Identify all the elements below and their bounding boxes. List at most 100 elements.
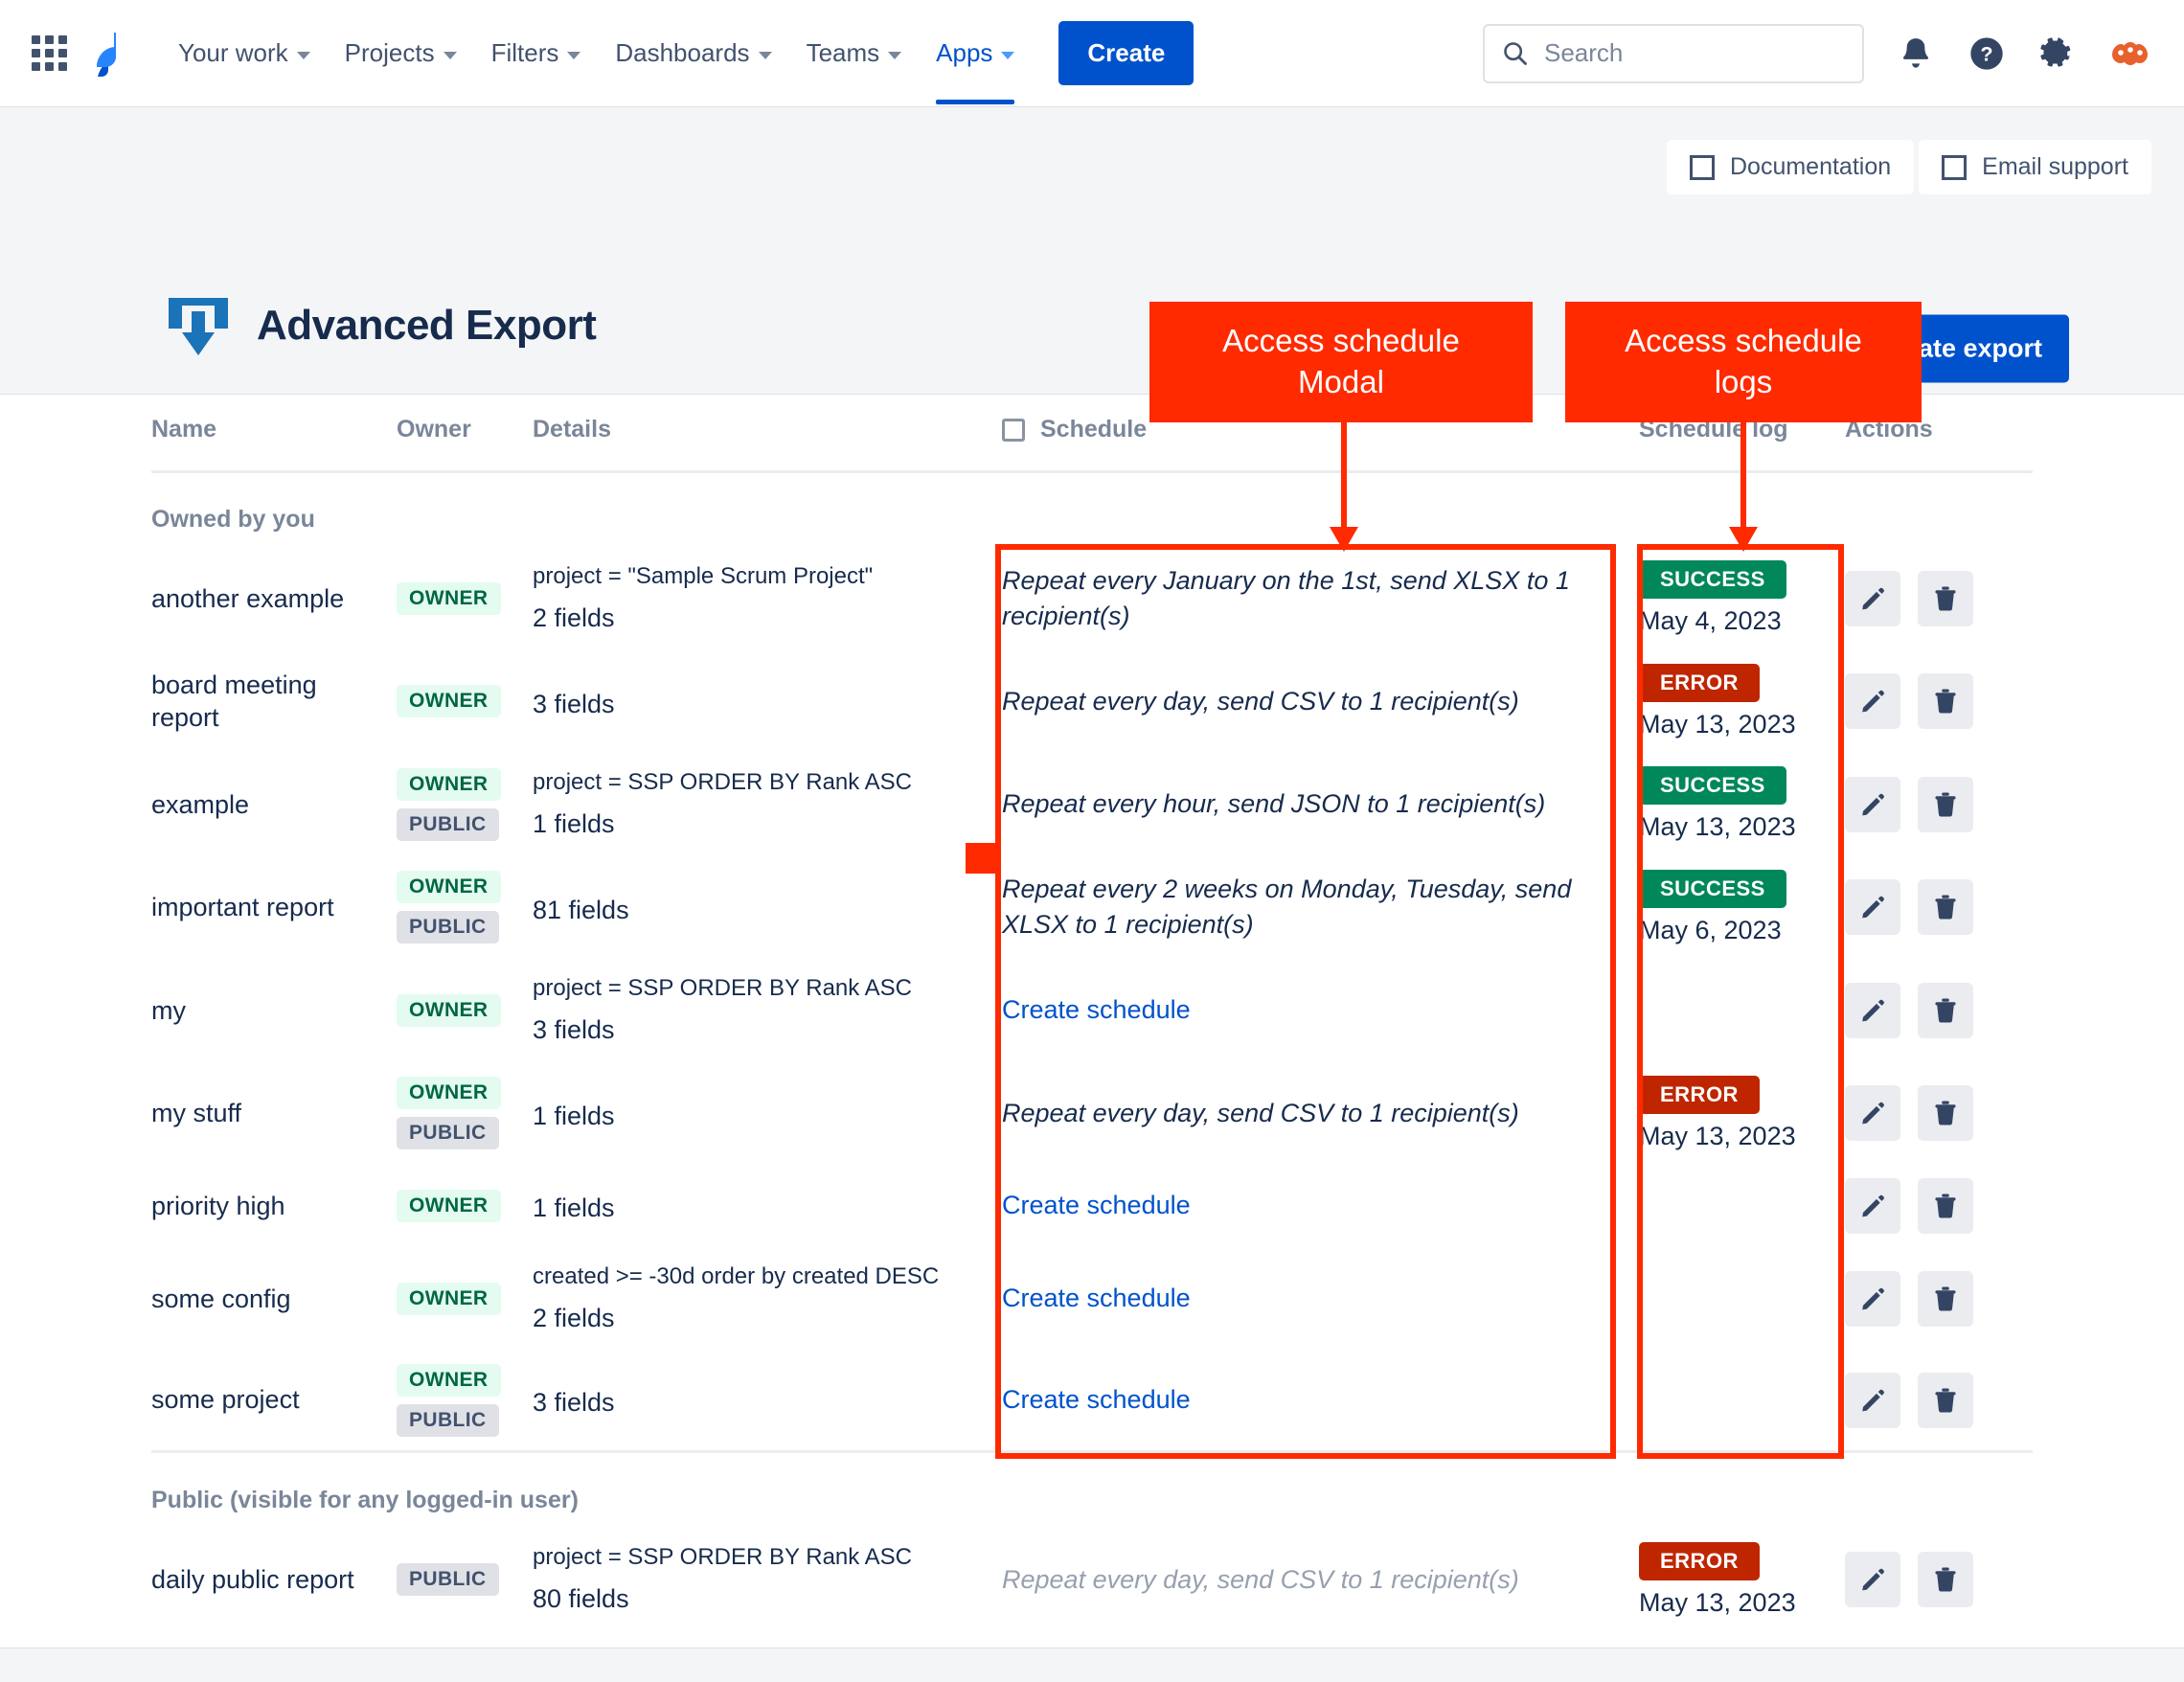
chevron-down-icon: [567, 51, 581, 59]
create-schedule-link[interactable]: Create schedule: [1002, 995, 1639, 1025]
jira-logo-icon[interactable]: [84, 28, 136, 80]
schedule-log-date: May 13, 2023: [1639, 1587, 1796, 1617]
status-badge[interactable]: ERROR: [1639, 1541, 1760, 1580]
row-actions: [1845, 1177, 2033, 1234]
row-actions: [1845, 879, 2033, 936]
badge-public: PUBLIC: [397, 1563, 499, 1597]
search-input[interactable]: Search: [1483, 23, 1864, 83]
nav-item-apps[interactable]: Apps: [919, 27, 1032, 104]
edit-button[interactable]: [1845, 776, 1900, 832]
status-badge[interactable]: SUCCESS: [1639, 869, 1786, 908]
checkbox-unchecked-icon[interactable]: [1002, 418, 1025, 442]
edit-button[interactable]: [1845, 1270, 1900, 1327]
table-group-label: Public (visible for any logged-in user): [151, 1487, 579, 1514]
delete-button[interactable]: [1918, 1177, 1973, 1234]
edit-button[interactable]: [1845, 1085, 1900, 1142]
primary-nav-items: Your work Projects Filters Dashboards Te…: [161, 27, 1032, 104]
details-field-count: 2 fields: [533, 602, 615, 632]
delete-button[interactable]: [1918, 1085, 1973, 1142]
status-badge[interactable]: ERROR: [1639, 663, 1760, 702]
chevron-down-icon: [758, 51, 772, 59]
nav-right-cluster: Search ?: [1483, 23, 2151, 83]
badge-group: OWNER: [397, 1282, 533, 1315]
schedule-description[interactable]: Repeat every 2 weeks on Monday, Tuesday,…: [1002, 872, 1639, 943]
chevron-down-icon: [888, 51, 902, 59]
notification-bell-icon[interactable]: [1897, 34, 1935, 73]
cell-schedule-log: ERROR May 13, 2023: [1639, 650, 1845, 753]
status-badge[interactable]: SUCCESS: [1639, 560, 1786, 600]
badge-group: OWNER: [397, 685, 533, 718]
grid-apps-icon[interactable]: [27, 32, 71, 76]
details-jql: project = SSP ORDER BY Rank ASC: [533, 768, 912, 795]
create-button[interactable]: Create: [1058, 21, 1194, 85]
cell-schedule: Create schedule: [1002, 959, 1639, 1062]
delete-button[interactable]: [1918, 1552, 1973, 1608]
cell-owner: OWNER: [397, 1165, 533, 1247]
badge-owner: OWNER: [397, 1077, 501, 1110]
nav-item-teams[interactable]: Teams: [789, 27, 920, 80]
edit-button[interactable]: [1845, 1372, 1900, 1428]
edit-button[interactable]: [1845, 673, 1900, 730]
details-block: 3 fields: [533, 1384, 1002, 1421]
delete-button[interactable]: [1918, 1270, 1973, 1327]
delete-trash-icon: [1935, 998, 1956, 1023]
cell-schedule: Repeat every day, send CSV to 1 recipien…: [1002, 1528, 1639, 1631]
edit-pencil-icon: [1862, 1389, 1884, 1412]
create-schedule-link[interactable]: Create schedule: [1002, 1191, 1639, 1220]
details-field-count: 3 fields: [533, 689, 615, 718]
schedule-description[interactable]: Repeat every day, send CSV to 1 recipien…: [1002, 1562, 1639, 1598]
delete-button[interactable]: [1918, 570, 1973, 626]
column-header-name: Name: [151, 395, 397, 473]
cell-schedule: Repeat every hour, send JSON to 1 recipi…: [1002, 753, 1639, 856]
edit-pencil-icon: [1862, 1287, 1884, 1310]
page-title-row: Advanced Export: [163, 290, 597, 361]
email-support-button[interactable]: Email support: [1919, 140, 2151, 194]
edit-button[interactable]: [1845, 1552, 1900, 1608]
chevron-down-icon: [1001, 51, 1015, 59]
badge-group: OWNER PUBLIC: [397, 1077, 533, 1150]
edit-button[interactable]: [1845, 570, 1900, 626]
details-field-count: 1 fields: [533, 808, 615, 838]
delete-button[interactable]: [1918, 673, 1973, 730]
schedule-description[interactable]: Repeat every day, send CSV to 1 recipien…: [1002, 1096, 1639, 1131]
cell-actions: [1845, 650, 2033, 753]
nav-item-dashboards[interactable]: Dashboards: [598, 27, 788, 80]
status-badge[interactable]: ERROR: [1639, 1075, 1760, 1114]
cell-schedule-log: ERROR May 13, 2023: [1639, 1528, 1845, 1631]
settings-gear-icon[interactable]: [2038, 34, 2077, 73]
help-buttons-group: Documentation Email support: [1666, 140, 2151, 194]
schedule-description[interactable]: Repeat every hour, send JSON to 1 recipi…: [1002, 786, 1639, 822]
annotation-marker-square: [966, 843, 996, 874]
nav-item-filters[interactable]: Filters: [474, 27, 599, 80]
nav-item-projects[interactable]: Projects: [328, 27, 474, 80]
square-outline-icon: [1942, 154, 1968, 180]
create-schedule-link[interactable]: Create schedule: [1002, 1284, 1639, 1313]
edit-pencil-icon: [1862, 587, 1884, 610]
create-schedule-link[interactable]: Create schedule: [1002, 1385, 1639, 1415]
nav-item-your-work[interactable]: Your work: [161, 27, 328, 80]
help-question-icon[interactable]: ?: [1968, 34, 2006, 73]
column-header-details: Details: [533, 395, 1002, 473]
annotation-line-1: Access schedule: [1625, 323, 1862, 358]
table-row: daily public report PUBLIC project = SSP O…: [151, 1528, 2033, 1631]
edit-button[interactable]: [1845, 982, 1900, 1038]
delete-button[interactable]: [1918, 879, 1973, 936]
schedule-description[interactable]: Repeat every day, send CSV to 1 recipien…: [1002, 684, 1639, 719]
badge-group: OWNER PUBLIC: [397, 871, 533, 944]
row-actions: [1845, 1552, 2033, 1608]
delete-button[interactable]: [1918, 776, 1973, 832]
delete-button[interactable]: [1918, 1372, 1973, 1428]
schedule-description[interactable]: Repeat every January on the 1st, send XL…: [1002, 563, 1639, 635]
row-actions: [1845, 982, 2033, 1038]
export-name: some config: [151, 1284, 291, 1313]
user-avatar-icon[interactable]: [2109, 34, 2151, 73]
delete-button[interactable]: [1918, 982, 1973, 1038]
edit-button[interactable]: [1845, 1177, 1900, 1234]
documentation-button[interactable]: Documentation: [1666, 140, 1915, 194]
cell-actions: [1845, 856, 2033, 959]
cell-schedule-log: [1639, 1247, 1845, 1351]
edit-button[interactable]: [1845, 879, 1900, 936]
status-badge[interactable]: SUCCESS: [1639, 766, 1786, 806]
cell-schedule-log: [1639, 1165, 1845, 1247]
cell-details: project = SSP ORDER BY Rank ASC 1 fields: [533, 753, 1002, 856]
